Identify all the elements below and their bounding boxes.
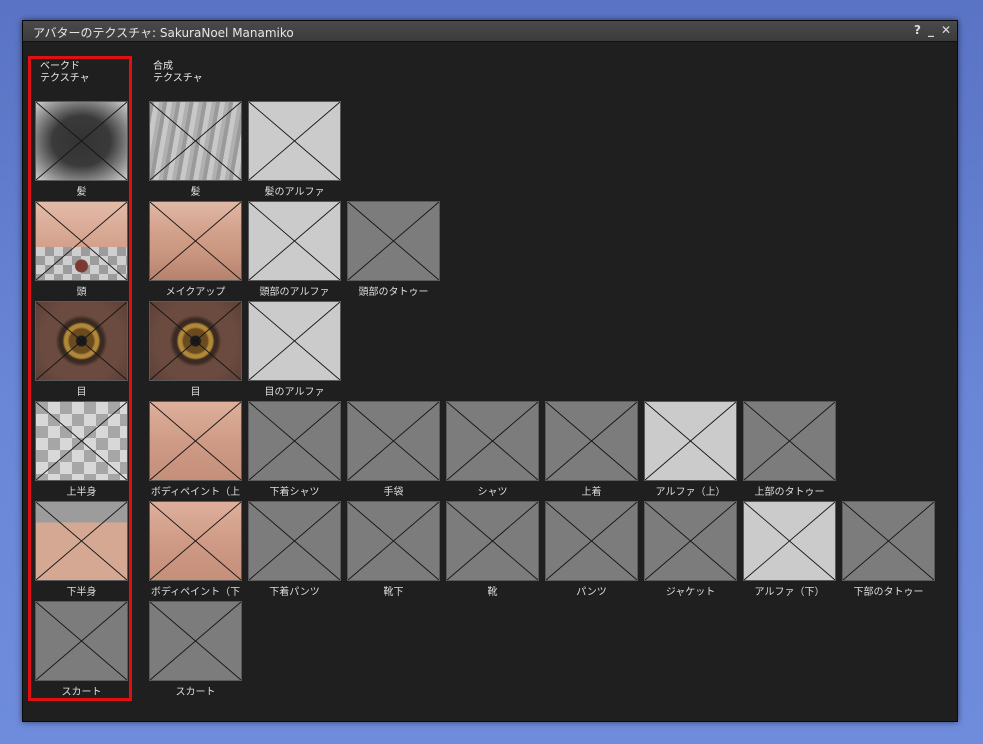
caption-baked-head: 頭 <box>76 287 87 298</box>
texture-shirt[interactable] <box>446 401 539 481</box>
caption-pants: パンツ <box>576 587 607 598</box>
caption-head-alpha: 頭部のアルファ <box>259 287 330 298</box>
texture-lower-tattoo[interactable] <box>842 501 935 581</box>
placeholder-cross-icon <box>36 202 127 280</box>
close-button[interactable]: ✕ <box>941 23 951 37</box>
placeholder-cross-icon <box>348 502 439 580</box>
placeholder-cross-icon <box>249 302 340 380</box>
texture-baked-hair[interactable] <box>35 101 128 181</box>
placeholder-cross-icon <box>36 302 127 380</box>
placeholder-cross-icon <box>546 402 637 480</box>
texture-jacket-lower[interactable] <box>644 501 737 581</box>
placeholder-cross-icon <box>36 602 127 680</box>
placeholder-cross-icon <box>249 502 340 580</box>
placeholder-cross-icon <box>36 402 127 480</box>
placeholder-cross-icon <box>36 502 127 580</box>
texture-alpha-upper[interactable] <box>644 401 737 481</box>
placeholder-cross-icon <box>348 402 439 480</box>
placeholder-cross-icon <box>150 202 241 280</box>
caption-jacket-upper: 上着 <box>581 487 602 498</box>
composite-textures-header: 合成 テクスチャ <box>153 61 203 84</box>
window-title: アバターのテクスチャ: SakuraNoel Manamiko <box>33 26 294 40</box>
texture-upper-tattoo[interactable] <box>743 401 836 481</box>
placeholder-cross-icon <box>150 502 241 580</box>
placeholder-cross-icon <box>843 502 934 580</box>
caption-underpants: 下着パンツ <box>269 587 320 598</box>
placeholder-cross-icon <box>645 502 736 580</box>
texture-body-paint-upper[interactable] <box>149 401 242 481</box>
texture-head-tattoo[interactable] <box>347 201 440 281</box>
caption-gloves: 手袋 <box>383 487 404 498</box>
caption-alpha-upper: アルファ（上） <box>655 487 726 498</box>
placeholder-cross-icon <box>150 602 241 680</box>
texture-pants[interactable] <box>545 501 638 581</box>
placeholder-cross-icon <box>249 102 340 180</box>
title-bar[interactable]: アバターのテクスチャ: SakuraNoel Manamiko ? _ ✕ <box>23 21 957 42</box>
avatar-textures-window: アバターのテクスチャ: SakuraNoel Manamiko ? _ ✕ ベー… <box>22 20 958 722</box>
placeholder-cross-icon <box>744 502 835 580</box>
texture-hair-alpha[interactable] <box>248 101 341 181</box>
texture-baked-upper-body[interactable] <box>35 401 128 481</box>
caption-makeup: メイクアップ <box>165 287 226 298</box>
caption-eyes: 目 <box>190 387 201 398</box>
placeholder-cross-icon <box>150 102 241 180</box>
texture-shoes[interactable] <box>446 501 539 581</box>
placeholder-cross-icon <box>447 402 538 480</box>
texture-undershirt[interactable] <box>248 401 341 481</box>
texture-makeup[interactable] <box>149 201 242 281</box>
caption-shirt: シャツ <box>477 487 508 498</box>
placeholder-cross-icon <box>447 502 538 580</box>
texture-eyes-alpha[interactable] <box>248 301 341 381</box>
caption-undershirt: 下着シャツ <box>269 487 320 498</box>
texture-underpants[interactable] <box>248 501 341 581</box>
caption-shoes: 靴 <box>487 587 498 598</box>
caption-socks: 靴下 <box>383 587 404 598</box>
texture-baked-eyes[interactable] <box>35 301 128 381</box>
minimize-button[interactable]: _ <box>928 23 934 37</box>
caption-upper-tattoo: 上部のタトゥー <box>754 487 825 498</box>
caption-baked-lower-body: 下半身 <box>66 587 97 598</box>
placeholder-cross-icon <box>36 102 127 180</box>
placeholder-cross-icon <box>546 502 637 580</box>
texture-baked-head[interactable] <box>35 201 128 281</box>
placeholder-cross-icon <box>744 402 835 480</box>
caption-head-tattoo: 頭部のタトゥー <box>358 287 429 298</box>
texture-alpha-lower[interactable] <box>743 501 836 581</box>
caption-hair-alpha: 髪のアルファ <box>264 187 325 198</box>
texture-hair[interactable] <box>149 101 242 181</box>
placeholder-cross-icon <box>348 202 439 280</box>
caption-baked-eyes: 目 <box>76 387 87 398</box>
caption-baked-hair: 髪 <box>76 187 87 198</box>
texture-body-paint-lower[interactable] <box>149 501 242 581</box>
caption-skirt: スカート <box>175 687 216 698</box>
help-button[interactable]: ? <box>914 23 921 37</box>
caption-baked-skirt: スカート <box>61 687 102 698</box>
caption-jacket-lower: ジャケット <box>665 587 716 598</box>
caption-hair: 髪 <box>190 187 201 198</box>
texture-socks[interactable] <box>347 501 440 581</box>
texture-baked-skirt[interactable] <box>35 601 128 681</box>
caption-body-paint-upper: ボディペイント（上 <box>150 487 241 498</box>
caption-lower-tattoo: 下部のタトゥー <box>853 587 924 598</box>
texture-jacket-upper[interactable] <box>545 401 638 481</box>
placeholder-cross-icon <box>249 402 340 480</box>
texture-head-alpha[interactable] <box>248 201 341 281</box>
placeholder-cross-icon <box>645 402 736 480</box>
texture-gloves[interactable] <box>347 401 440 481</box>
texture-skirt[interactable] <box>149 601 242 681</box>
texture-baked-lower-body[interactable] <box>35 501 128 581</box>
caption-eyes-alpha: 目のアルファ <box>264 387 325 398</box>
placeholder-cross-icon <box>249 202 340 280</box>
placeholder-cross-icon <box>150 402 241 480</box>
texture-eyes[interactable] <box>149 301 242 381</box>
caption-body-paint-lower: ボディペイント（下 <box>150 587 241 598</box>
caption-baked-upper-body: 上半身 <box>66 487 97 498</box>
placeholder-cross-icon <box>150 302 241 380</box>
caption-alpha-lower: アルファ（下） <box>754 587 825 598</box>
